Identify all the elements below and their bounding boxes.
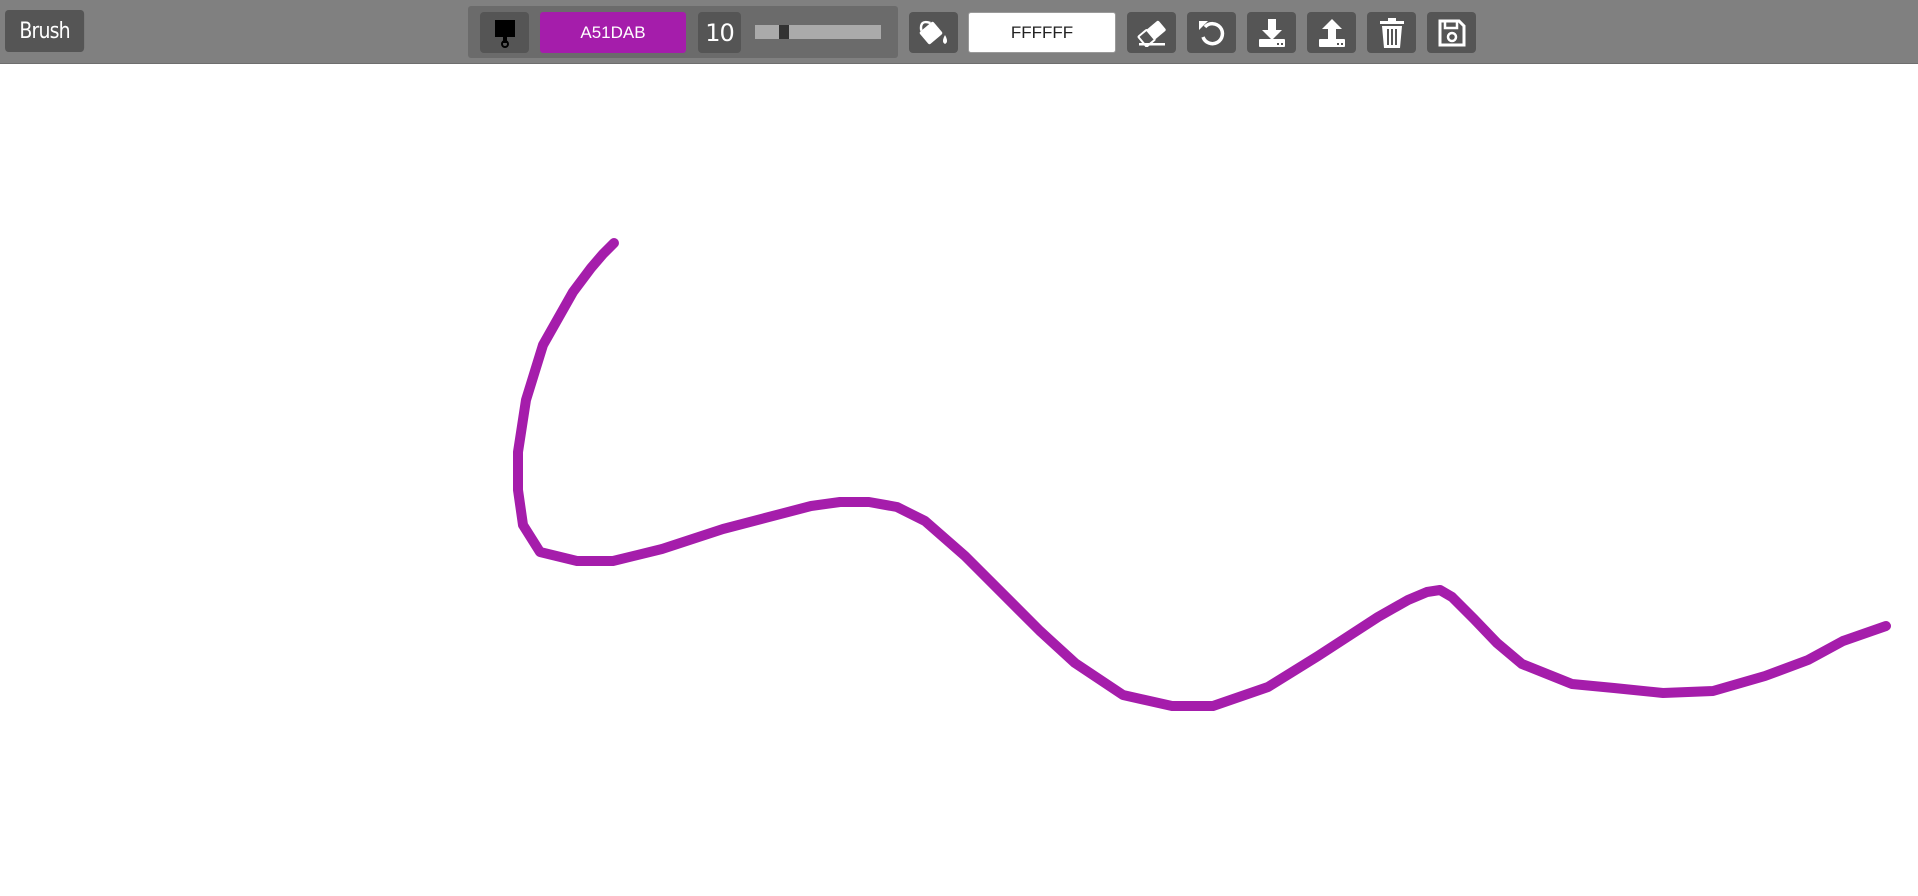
background-color-field[interactable]: FFFFFF xyxy=(968,12,1116,53)
brush-tool-button[interactable] xyxy=(480,12,529,53)
undo-button[interactable] xyxy=(1187,12,1236,53)
upload-button[interactable] xyxy=(1307,12,1356,53)
brush-size-value: 10 xyxy=(698,12,741,53)
toolbar: Brush A51DAB 10 FFFFFF xyxy=(0,0,1918,64)
save-button[interactable] xyxy=(1427,12,1476,53)
upload-icon xyxy=(1318,18,1345,47)
brush-size-slider[interactable] xyxy=(755,25,881,39)
clear-canvas-button[interactable] xyxy=(1367,12,1416,53)
undo-icon xyxy=(1198,20,1224,45)
canvas-drawing xyxy=(513,238,1891,711)
paint-bucket-icon xyxy=(919,20,947,44)
fill-tool-button[interactable] xyxy=(909,12,958,53)
brush-color-field[interactable]: A51DAB xyxy=(540,12,686,53)
save-icon xyxy=(1438,19,1465,46)
drawing-canvas[interactable] xyxy=(0,64,1918,896)
mode-button[interactable]: Brush xyxy=(5,10,85,52)
eraser-button[interactable] xyxy=(1127,12,1176,53)
brush-stroke xyxy=(513,238,1891,711)
eraser-icon xyxy=(1137,20,1166,47)
brush-size-slider-thumb[interactable] xyxy=(779,25,789,39)
trash-icon xyxy=(1379,17,1404,48)
download-button[interactable] xyxy=(1247,12,1296,53)
download-icon xyxy=(1258,18,1285,47)
paint-brush-icon xyxy=(494,19,515,48)
